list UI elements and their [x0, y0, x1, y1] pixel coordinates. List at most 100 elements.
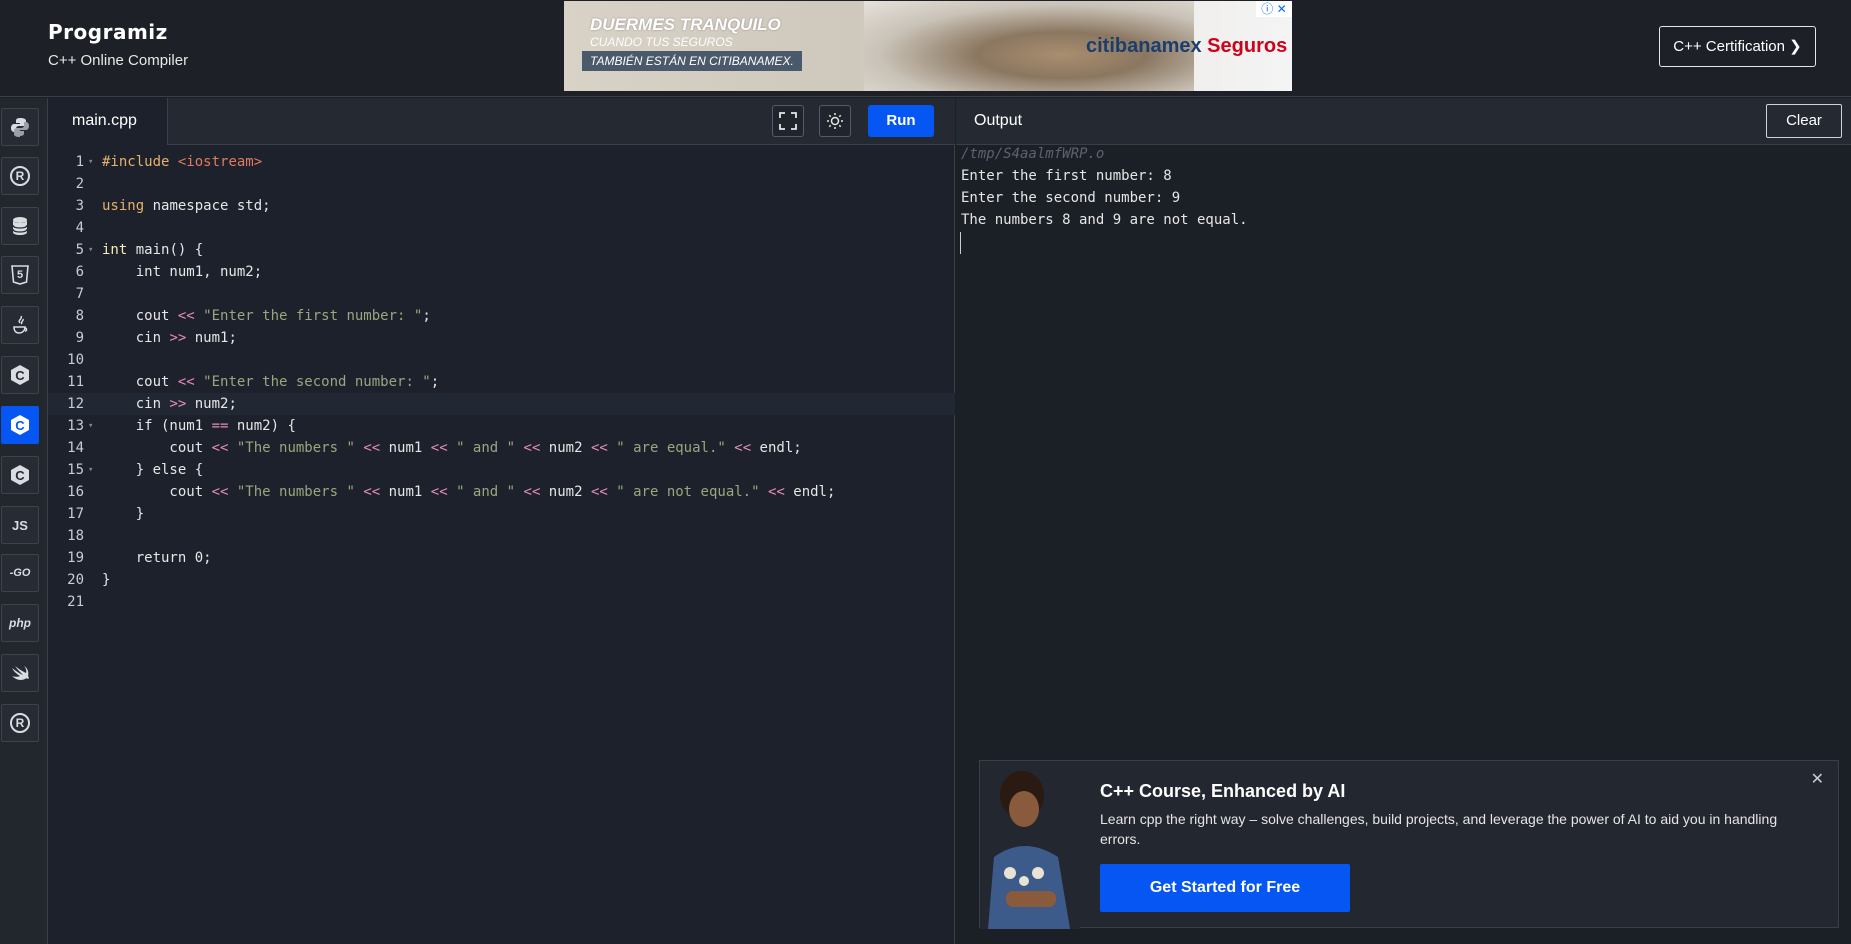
code-line[interactable]: 4 — [48, 217, 955, 239]
line-number: 15 — [67, 462, 84, 478]
language-swift-icon[interactable] — [1, 654, 39, 692]
language-label: R — [15, 169, 25, 183]
output-line: The numbers 8 and 9 are not equal. — [961, 212, 1248, 228]
output-path: /tmp/S4aalmfWRP.o — [961, 146, 1105, 162]
language-r-icon[interactable]: R — [1, 157, 39, 195]
line-number: 8 — [75, 308, 84, 324]
code-text: return 0; — [102, 550, 212, 566]
code-editor-panel: main.cpp Run 1 ▾ #include <iostream> 2 3 usin… — [48, 98, 955, 944]
code-line[interactable]: 20} — [48, 569, 955, 591]
code-line[interactable]: 14 cout << "The numbers " << num1 << " a… — [48, 437, 955, 459]
ad-brand-tail: Seguros — [1201, 35, 1288, 57]
run-button[interactable]: Run — [868, 105, 934, 137]
language-label: R — [15, 716, 25, 730]
code-area[interactable]: 1 ▾ #include <iostream> 2 3 using namespace s… — [48, 146, 955, 944]
ad-close-icon[interactable]: ⓘ ✕ — [1256, 1, 1292, 17]
line-number: 1 — [75, 154, 84, 170]
fold-chevron-icon[interactable]: ▾ — [88, 415, 93, 437]
programiz-logo[interactable]: Programiz — [48, 20, 168, 44]
code-line[interactable]: 10 — [48, 349, 955, 371]
code-line[interactable]: 17 } — [48, 503, 955, 525]
line-number: 19 — [67, 550, 84, 566]
output-toolbar: Output Clear — [956, 98, 1851, 145]
fold-chevron-icon[interactable]: ▾ — [88, 239, 93, 261]
line-number: 17 — [67, 506, 84, 522]
sun-icon — [827, 113, 843, 129]
code-text: int main() { — [102, 242, 204, 258]
code-line[interactable]: 6 int num1, num2; — [48, 261, 955, 283]
line-number: 12 — [67, 396, 84, 412]
code-text: cout << "The numbers " << num1 << " and … — [102, 484, 836, 500]
line-number: 3 — [75, 198, 84, 214]
language-label: C — [15, 467, 25, 483]
close-icon[interactable]: ✕ — [1811, 769, 1824, 789]
terminal-cursor[interactable] — [960, 232, 961, 254]
code-line[interactable]: 16 cout << "The numbers " << num1 << " a… — [48, 481, 955, 503]
line-number: 14 — [67, 440, 84, 456]
code-text: } — [102, 572, 111, 588]
code-text: } else { — [102, 462, 204, 478]
code-text: cout << "The numbers " << num1 << " and … — [102, 440, 802, 456]
fullscreen-icon — [779, 112, 797, 130]
language-cpp-icon[interactable]: C — [1, 406, 39, 444]
ad-subtext: CUANDO TUS SEGUROS — [590, 35, 733, 49]
output-line: Enter the second number: 9 — [961, 190, 1181, 206]
language-label: C — [15, 417, 25, 433]
ad-banner[interactable]: DUERMES TRANQUILO CUANDO TUS SEGUROS TAM… — [564, 1, 1292, 91]
line-number: 20 — [67, 572, 84, 588]
language-html-icon[interactable]: 5 — [1, 256, 39, 294]
get-started-button[interactable]: Get Started for Free — [1100, 864, 1350, 912]
output-title: Output — [974, 112, 1023, 129]
code-line[interactable]: 12 cin >> num2; — [48, 393, 955, 415]
line-number: 2 — [75, 176, 84, 192]
code-line[interactable]: 5 ▾ int main() { — [48, 239, 955, 261]
language-go-icon[interactable]: -GO — [1, 554, 39, 592]
clear-button[interactable]: Clear — [1766, 104, 1842, 138]
line-number: 5 — [75, 242, 84, 258]
theme-toggle-button[interactable] — [819, 105, 851, 137]
code-line[interactable]: 3 using namespace std; — [48, 195, 955, 217]
code-line[interactable]: 15 ▾ } else { — [48, 459, 955, 481]
code-text: int num1, num2; — [102, 264, 263, 280]
promo-description: Learn cpp the right way – solve challeng… — [1100, 811, 1778, 847]
language-label: php — [9, 616, 31, 630]
code-line[interactable]: 19 return 0; — [48, 547, 955, 569]
file-tab-main-cpp[interactable]: main.cpp — [48, 98, 168, 145]
fullscreen-button[interactable] — [772, 105, 804, 137]
code-line[interactable]: 7 — [48, 283, 955, 305]
language-c-icon[interactable]: C — [1, 356, 39, 394]
code-line[interactable]: 1 ▾ #include <iostream> — [48, 151, 955, 173]
code-line[interactable]: 18 — [48, 525, 955, 547]
code-text: cin >> num1; — [102, 330, 237, 346]
code-text: } — [102, 506, 145, 522]
language-csharp-icon[interactable]: C — [1, 456, 39, 494]
code-line[interactable]: 2 — [48, 173, 955, 195]
fold-chevron-icon[interactable]: ▾ — [88, 459, 93, 481]
line-number: 11 — [67, 374, 84, 390]
certification-button[interactable]: C++ Certification ❯ — [1659, 26, 1816, 67]
language-js-icon[interactable]: JS — [1, 506, 39, 544]
language-rust-icon[interactable]: R — [1, 704, 39, 742]
fold-chevron-icon[interactable]: ▾ — [88, 151, 93, 173]
code-line[interactable]: 11 cout << "Enter the second number: "; — [48, 371, 955, 393]
code-line[interactable]: 21 — [48, 591, 955, 613]
code-line[interactable]: 9 cin >> num1; — [48, 327, 955, 349]
line-number: 4 — [75, 220, 84, 236]
ad-tagline: TAMBIÉN ESTÁN EN CITIBANAMEX. — [582, 51, 802, 71]
line-number: 16 — [67, 484, 84, 500]
ad-brand-main: citibanamex — [1086, 35, 1202, 57]
code-line[interactable]: 13 ▾ if (num1 == num2) { — [48, 415, 955, 437]
code-text: cin >> num2; — [102, 396, 237, 412]
language-sql-icon[interactable] — [1, 207, 39, 245]
language-php-icon[interactable]: php — [1, 604, 39, 642]
language-label: C — [15, 367, 25, 383]
language-python-icon[interactable] — [1, 108, 39, 146]
language-label: 5 — [16, 269, 24, 281]
line-number: 18 — [67, 528, 84, 544]
line-number: 6 — [75, 264, 84, 280]
course-promo: C++ Course, Enhanced by AI Learn cpp the… — [979, 760, 1839, 929]
language-label: JS — [12, 517, 28, 533]
language-java-icon[interactable] — [1, 306, 39, 344]
code-text: cout << "Enter the first number: "; — [102, 308, 431, 324]
code-line[interactable]: 8 cout << "Enter the first number: "; — [48, 305, 955, 327]
